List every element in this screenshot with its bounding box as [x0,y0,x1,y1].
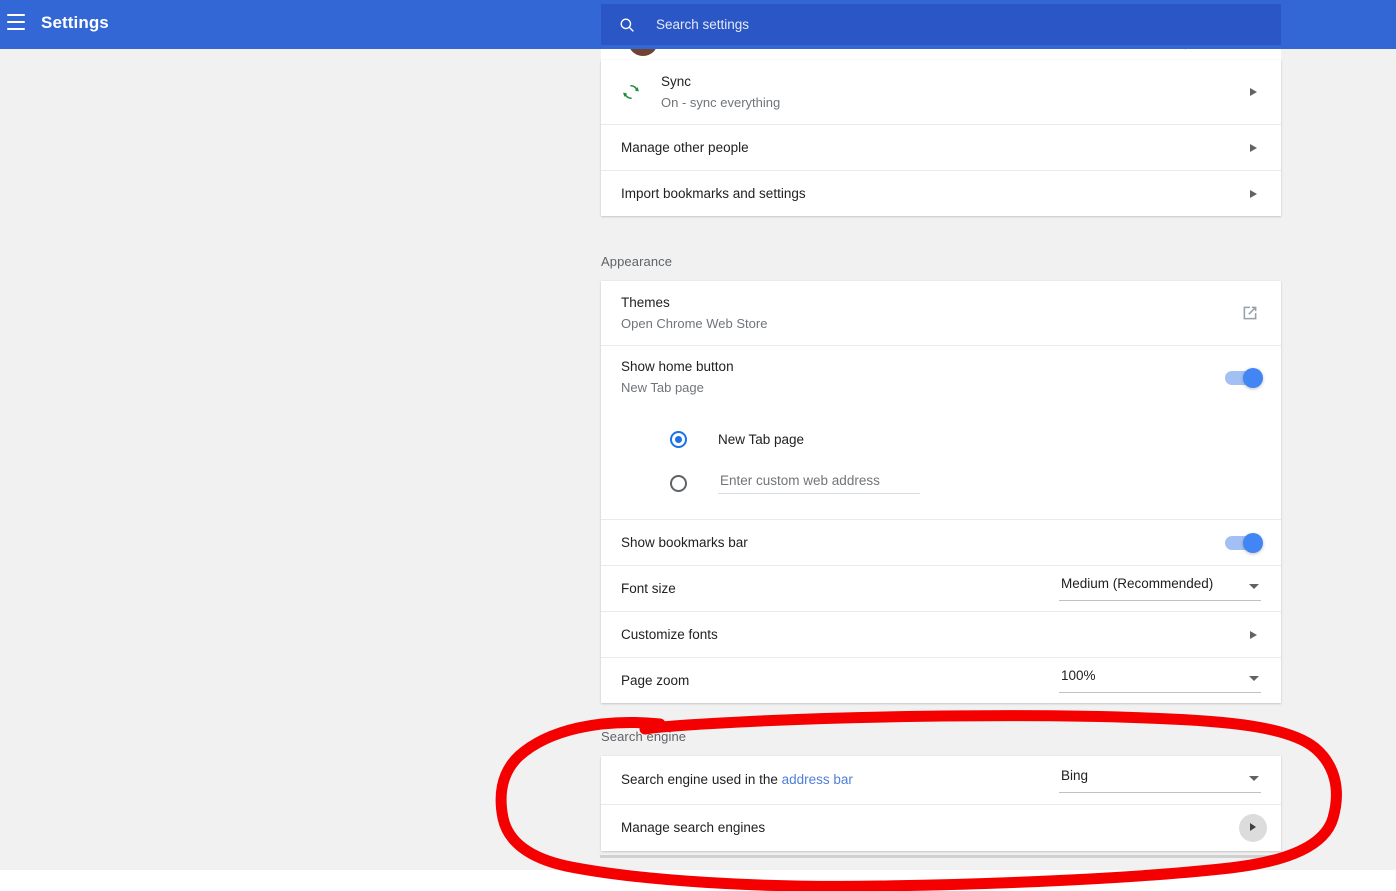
toggle-knob [1243,532,1263,553]
hamburger-bar [7,14,25,16]
select-font-size-value: Medium (Recommended) [1061,576,1214,591]
row-customize-fonts-text: Customize fonts [621,626,1249,644]
chevron-right-icon[interactable] [1249,141,1259,155]
search-settings-box[interactable] [601,4,1281,45]
external-link-icon[interactable] [1239,302,1261,324]
row-show-home-button-title: Show home button [621,359,734,374]
row-sync-subtitle: On - sync everything [661,94,781,110]
row-manage-search-engines-text: Manage search engines [621,819,1239,837]
toggle-knob [1243,367,1263,388]
chevron-right-icon[interactable] [1249,85,1259,99]
chevron-right-icon[interactable] [1249,628,1259,642]
row-show-home-button-text: Show home button New Tab page [621,358,1225,397]
row-show-bookmarks-bar-text: Show bookmarks bar [621,534,1225,552]
select-font-size[interactable]: Medium (Recommended) [1059,576,1261,601]
row-manage-search-engines[interactable]: Manage search engines [601,804,1281,851]
radio-row-custom-address[interactable] [621,461,1261,505]
bottom-strip [0,870,1396,891]
row-font-size: Font size Medium (Recommended) [601,565,1281,611]
select-search-engine[interactable]: Bing [1059,768,1261,793]
row-manage-search-engines-title: Manage search engines [621,820,766,835]
toggle-show-home-button[interactable] [1225,367,1263,388]
row-customize-fonts[interactable]: Customize fonts [601,611,1281,657]
avatar [628,49,658,56]
search-engine-card: Search engine used in the address bar Bi… [601,756,1281,851]
profile-row-partial[interactable] [601,49,1281,60]
appearance-card: Themes Open Chrome Web Store Show home b… [601,281,1281,703]
hamburger-icon[interactable] [7,14,27,34]
chevron-right-icon[interactable] [1249,187,1259,201]
select-page-zoom[interactable]: 100% [1059,668,1261,693]
search-icon [620,18,634,32]
settings-scroll-area[interactable]: Sync On - sync everything Manage other p… [0,49,1396,870]
divider [1185,49,1186,50]
row-themes[interactable]: Themes Open Chrome Web Store [601,281,1281,345]
row-search-engine-address-bar: Search engine used in the address bar Bi… [601,756,1281,804]
row-manage-other-people-text: Manage other people [621,139,1249,157]
chevron-down-icon[interactable] [1249,584,1259,589]
row-page-zoom: Page zoom 100% [601,657,1281,703]
row-search-engine-address-bar-title: Search engine used in the address bar [621,771,1059,789]
row-themes-text: Themes Open Chrome Web Store [621,294,1239,333]
row-show-bookmarks-bar: Show bookmarks bar [601,519,1281,565]
row-show-home-button-subtitle: New Tab page [621,380,704,395]
row-show-home-button: Show home button New Tab page [601,345,1281,409]
radio-custom-address[interactable] [670,474,687,492]
row-show-bookmarks-bar-title: Show bookmarks bar [621,534,748,550]
row-sync[interactable]: Sync On - sync everything [601,60,1281,124]
row-font-size-title: Font size [621,580,676,596]
hamburger-bar [7,28,25,30]
row-manage-other-people[interactable]: Manage other people [601,124,1281,170]
row-themes-subtitle: Open Chrome Web Store [621,315,768,331]
row-import-bookmarks[interactable]: Import bookmarks and settings [601,170,1281,216]
hamburger-bar [7,21,25,23]
row-search-engine-address-bar-text: Search engine used in the address bar [621,771,1059,789]
chevron-down-icon[interactable] [1249,676,1259,681]
toggle-show-bookmarks-bar[interactable] [1225,532,1263,553]
row-page-zoom-title: Page zoom [621,672,690,688]
row-search-engine-prefix: Search engine used in the [621,772,782,787]
section-label-appearance: Appearance [601,254,673,269]
address-bar-link[interactable]: address bar [782,772,853,787]
section-label-search-engine: Search engine [601,729,687,744]
search-input[interactable] [654,13,1218,36]
bottom-divider [600,855,1282,858]
select-page-zoom-value: 100% [1061,668,1096,683]
custom-web-address-input[interactable] [718,472,920,494]
row-manage-other-people-title: Manage other people [621,139,749,155]
chevron-right-icon[interactable] [1239,814,1267,842]
radio-new-tab-page-label: New Tab page [718,431,805,447]
row-import-bookmarks-text: Import bookmarks and settings [621,185,1249,203]
row-customize-fonts-title: Customize fonts [621,626,718,642]
sync-icon [621,82,647,102]
page-title: Settings [41,13,109,32]
home-page-options: New Tab page [601,409,1281,519]
row-themes-title: Themes [621,294,670,310]
row-import-bookmarks-title: Import bookmarks and settings [621,185,806,201]
app-header: Settings [0,0,1396,49]
row-font-size-text: Font size [621,580,1059,598]
radio-row-new-tab-page[interactable]: New Tab page [621,417,1261,461]
radio-new-tab-page[interactable] [670,430,687,448]
select-search-engine-value: Bing [1061,767,1089,783]
row-sync-text: Sync On - sync everything [661,73,1249,112]
people-card: Sync On - sync everything Manage other p… [601,60,1281,216]
row-sync-title: Sync [661,73,692,89]
row-page-zoom-text: Page zoom [621,672,1059,690]
chevron-down-icon[interactable] [1249,775,1259,781]
